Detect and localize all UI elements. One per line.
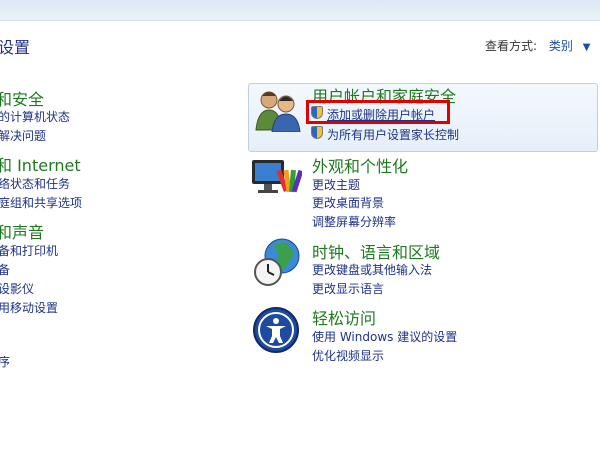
link-mobility-settings[interactable]: 用移动设置	[0, 299, 58, 316]
accessibility-icon	[253, 307, 299, 353]
chevron-down-icon[interactable]: ▼	[583, 42, 591, 53]
link-troubleshoot[interactable]: 解决问题	[0, 127, 46, 144]
link-change-input[interactable]: 更改键盘或其他输入法	[312, 261, 432, 278]
uac-shield-icon	[311, 126, 323, 139]
users-icon	[255, 91, 301, 132]
link-network-status[interactable]: 络状态和任务	[0, 175, 70, 192]
highlight-box	[306, 100, 450, 124]
view-by-value[interactable]: 类别	[549, 39, 573, 53]
category-network-internet[interactable]: 和 Internet	[0, 152, 81, 176]
link-programs[interactable]: 序	[0, 353, 10, 370]
link-add-device[interactable]: 备	[0, 261, 10, 278]
category-ease-of-access[interactable]: 轻松访问	[312, 305, 376, 329]
top-bar	[0, 0, 600, 21]
category-clock-language[interactable]: 时钟、语言和区域	[312, 239, 440, 263]
link-devices-printers[interactable]: 备和打印机	[0, 242, 58, 259]
category-appearance[interactable]: 外观和个性化	[312, 153, 408, 177]
category-hardware-sound[interactable]: 和声音	[0, 219, 44, 243]
category-system-security[interactable]: 和安全	[0, 86, 44, 110]
link-change-theme[interactable]: 更改主题	[312, 176, 360, 193]
link-homegroup-sharing[interactable]: 庭组和共享选项	[0, 194, 82, 211]
monitor-palette-icon	[252, 160, 302, 193]
page-title: 设置	[0, 38, 31, 57]
view-by-control[interactable]: 查看方式: 类别 ▼	[485, 37, 590, 54]
link-windows-suggestions[interactable]: 使用 Windows 建议的设置	[312, 328, 457, 345]
link-optimize-display[interactable]: 优化视频显示	[312, 347, 384, 364]
link-projector[interactable]: 设影仪	[0, 280, 34, 297]
link-parental-controls[interactable]: 为所有用户设置家长控制	[327, 126, 459, 143]
link-display-language[interactable]: 更改显示语言	[312, 280, 384, 297]
view-by-label: 查看方式:	[485, 39, 538, 53]
link-screen-resolution[interactable]: 调整屏幕分辨率	[312, 213, 396, 230]
link-review-status[interactable]: 的计算机状态	[0, 108, 70, 125]
link-desktop-background[interactable]: 更改桌面背景	[312, 194, 384, 211]
globe-clock-icon	[254, 238, 300, 286]
